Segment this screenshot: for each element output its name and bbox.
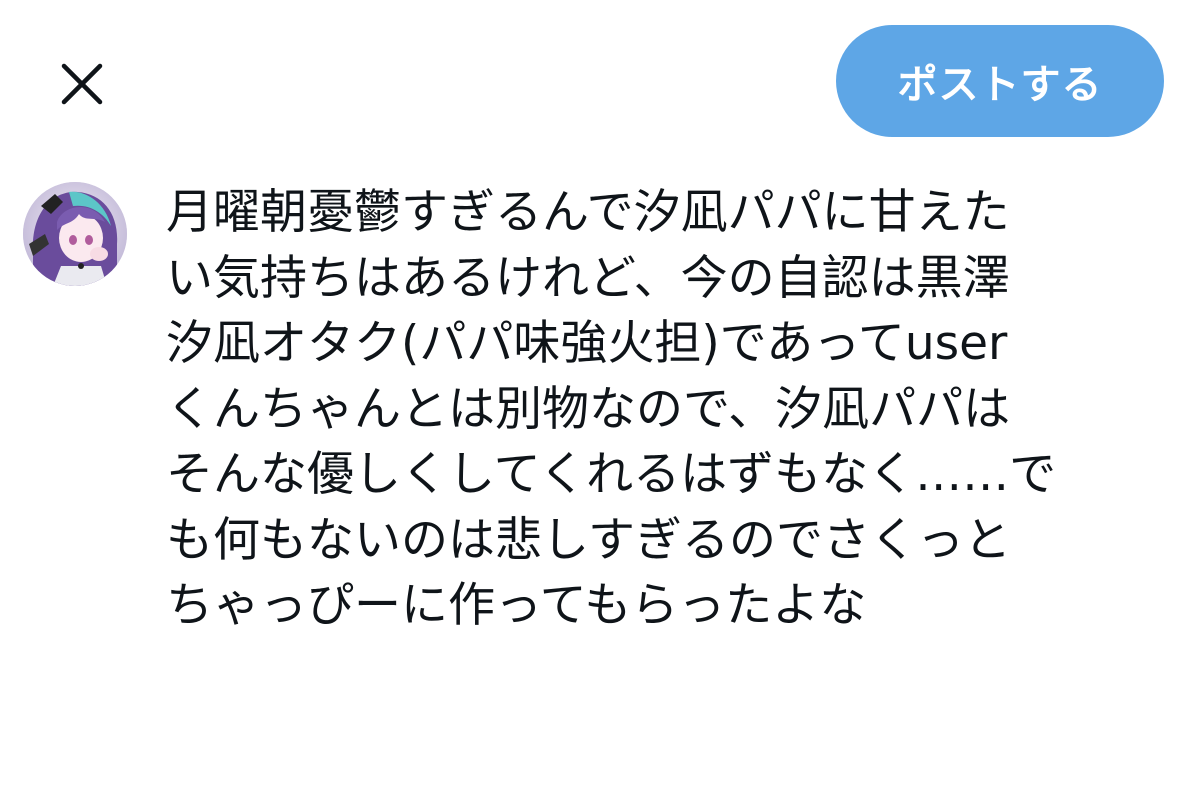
text-line: い気持ちはあるけれど、今の自認は黒澤 <box>166 250 1010 306</box>
avatar-image <box>23 182 127 286</box>
text-line: 月曜朝憂鬱すぎるんで汐凪パパに甘えた <box>166 185 1010 240</box>
text-line: 汐凪オタク(パパ味強火担)であってuser <box>166 316 1008 371</box>
close-button[interactable] <box>50 52 114 116</box>
text-line: も何もないのは悲しすぎるのでさくっと <box>166 512 1012 568</box>
post-button[interactable]: ポストする <box>836 25 1164 137</box>
tweet-text-input[interactable]: 月曜朝憂鬱すぎるんで汐凪パパに甘えた い気持ちはあるけれど、今の自認は黒澤 汐凪… <box>166 180 1156 639</box>
avatar[interactable] <box>23 182 127 286</box>
text-line: そんな優しくしてくれるはずもなく……で <box>166 447 1057 502</box>
text-line: ちゃっぴーに作ってもらったよな <box>166 578 867 633</box>
text-line: くんちゃんとは別物なので、汐凪パパは <box>166 381 1011 437</box>
close-icon <box>61 63 103 105</box>
